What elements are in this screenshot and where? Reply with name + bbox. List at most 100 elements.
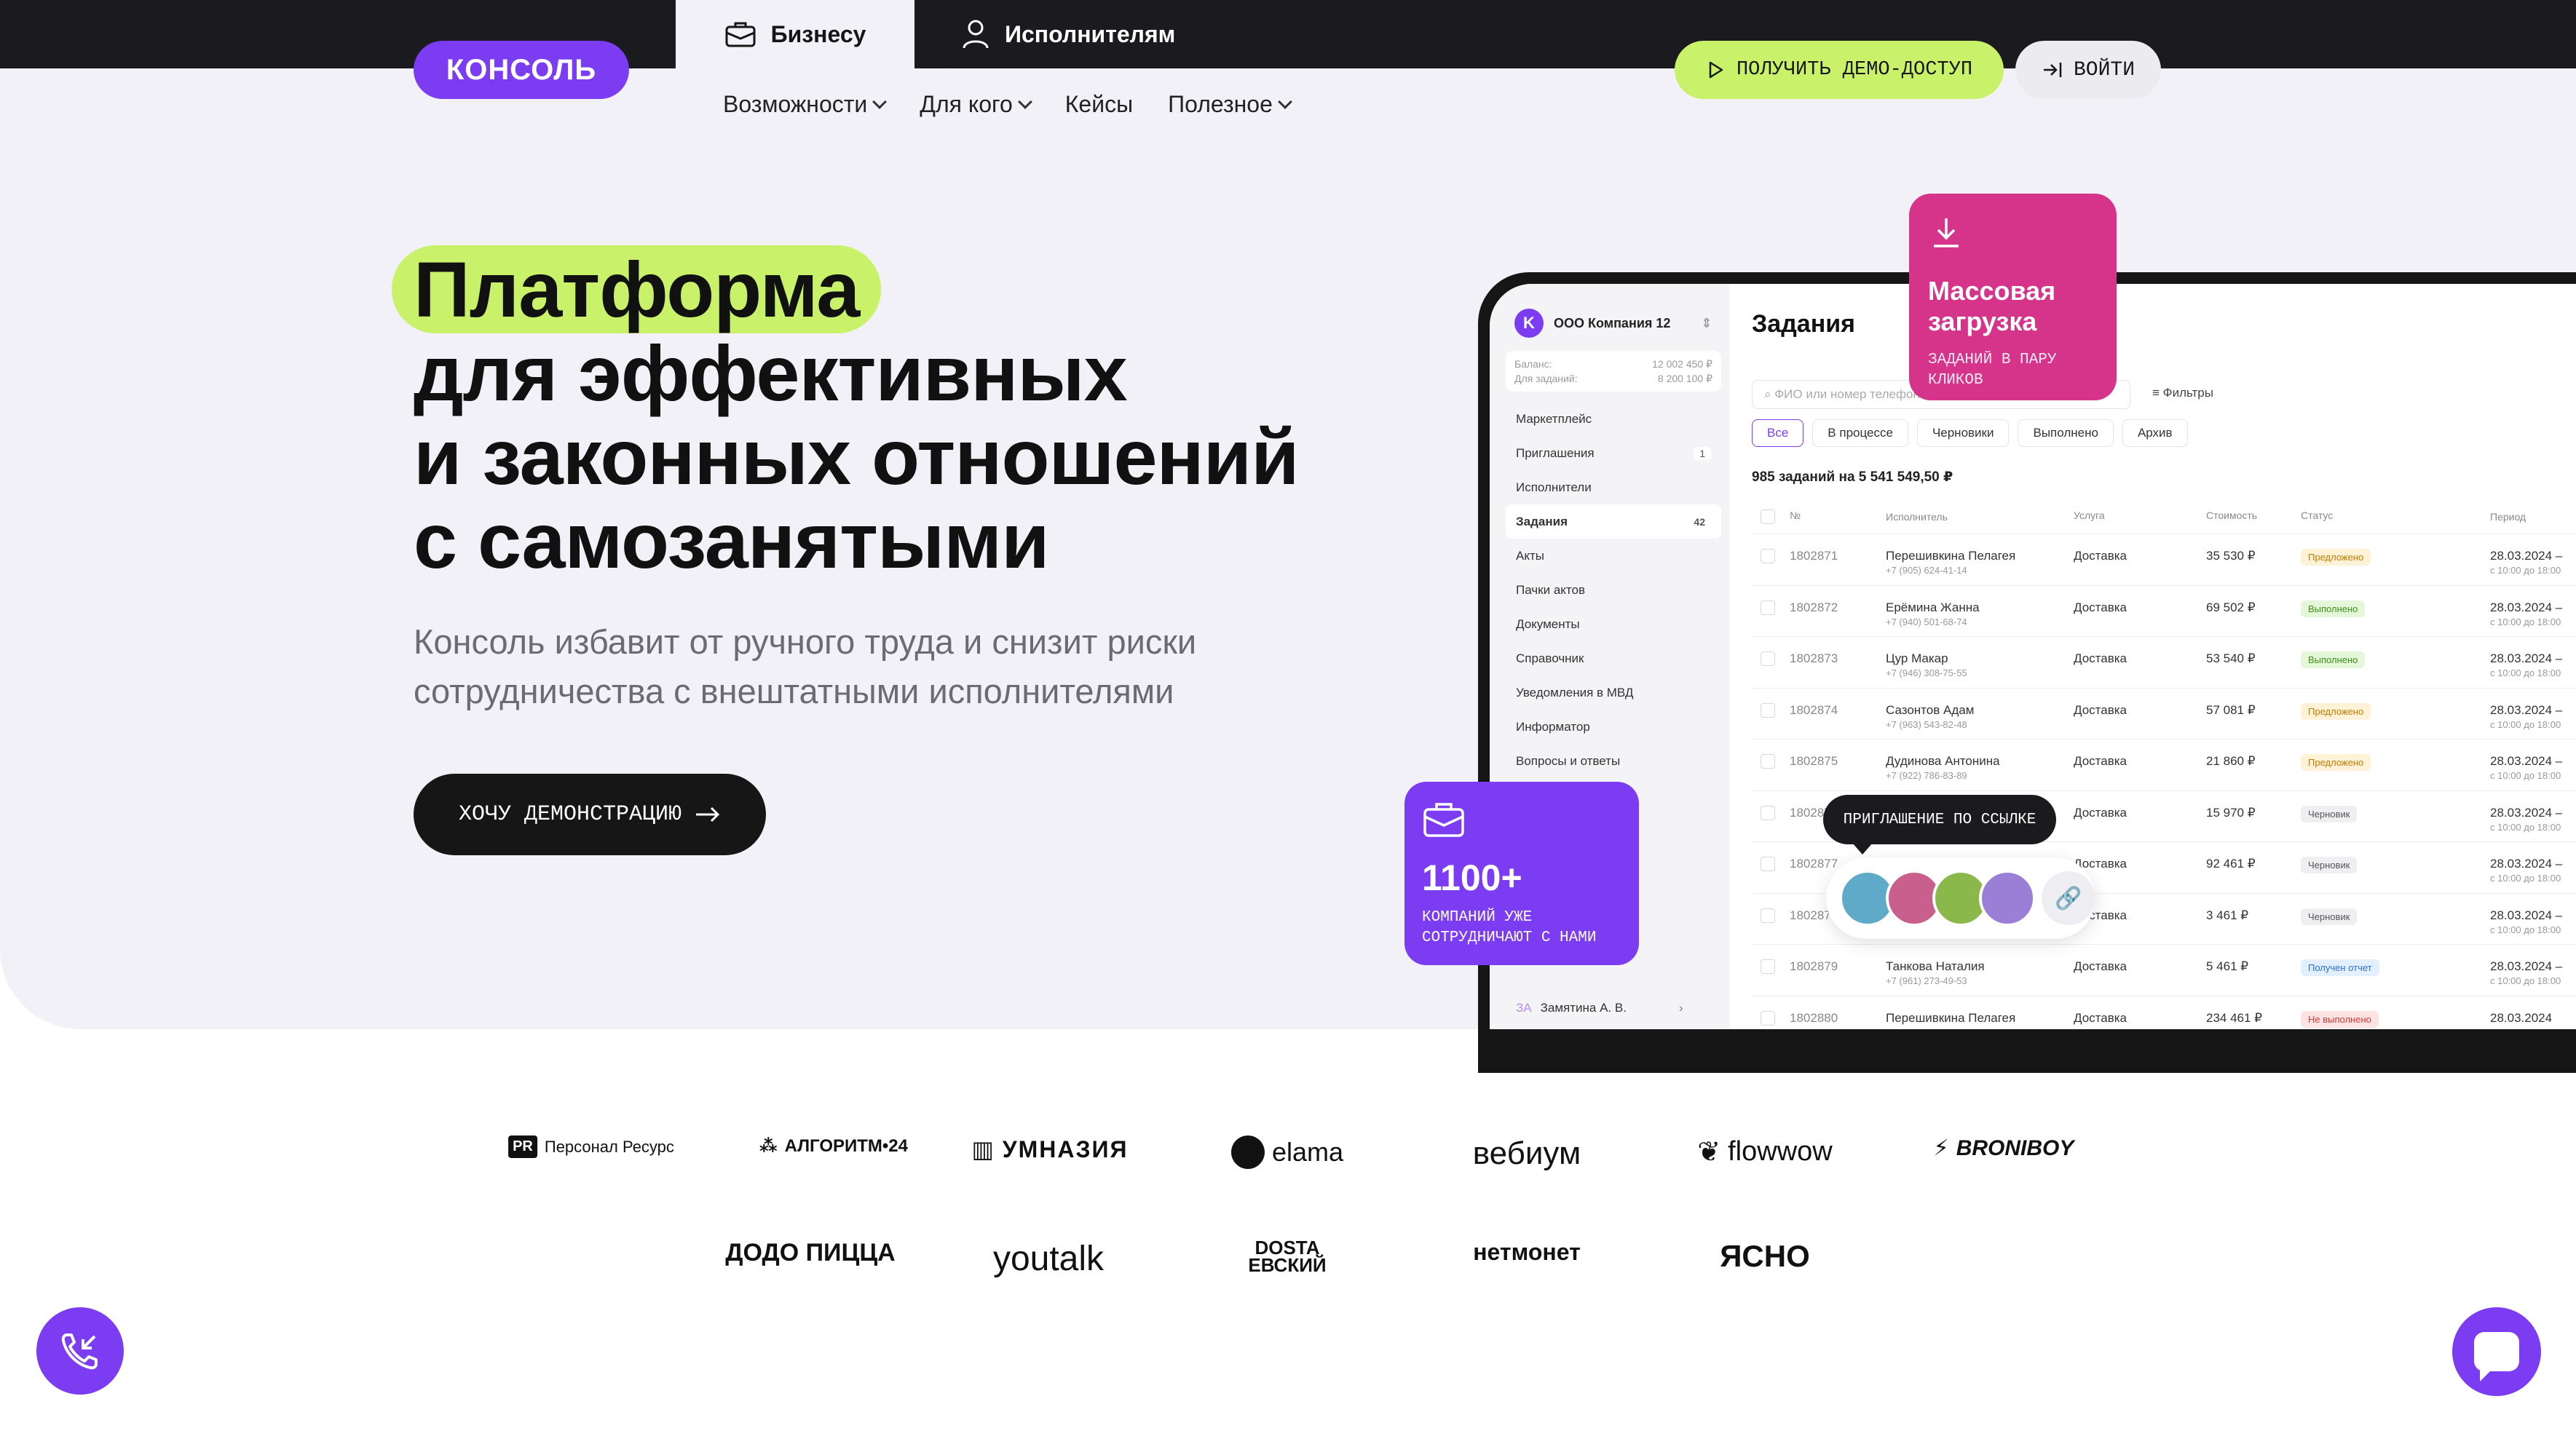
row-checkbox[interactable] (1761, 754, 1775, 769)
filter-chip[interactable]: Выполнено (2018, 419, 2114, 447)
executor-name: Перешивкина Пелагея (1886, 549, 2016, 563)
status-badge: Предложено (2301, 702, 2371, 720)
tab-executors[interactable]: Исполнителям (961, 0, 1175, 68)
headline-highlight: Платформа (392, 245, 882, 333)
chevron-down-icon (1277, 94, 1292, 109)
row-checkbox[interactable] (1761, 702, 1775, 718)
company-logo-icon: K (1514, 309, 1544, 338)
want-demo-button[interactable]: ХОЧУ ДЕМОНСТРАЦИЮ (414, 774, 766, 855)
status-cell: Черновик (2301, 857, 2490, 873)
chevron-right-icon: › (1678, 1001, 1683, 1015)
sidebar-item[interactable]: Акты (1506, 539, 1721, 573)
row-checkbox[interactable] (1761, 959, 1775, 974)
tab-executors-label: Исполнителям (1005, 20, 1176, 47)
row-checkbox[interactable] (1761, 857, 1775, 871)
row-checkbox[interactable] (1761, 908, 1775, 923)
get-demo-button[interactable]: ПОЛУЧИТЬ ДЕМО-ДОСТУП (1675, 41, 2004, 99)
sidebar-item-label: Пачки актов (1516, 582, 1585, 597)
cost: 5 461 ₽ (2206, 959, 2249, 973)
nav-item-for-whom[interactable]: Для кого (920, 91, 1032, 118)
status-cell: Предложено (2301, 549, 2490, 566)
service: Доставка (2074, 702, 2127, 717)
executor-phone: +7 (961) 273-49-53 (1886, 975, 1967, 986)
period-time: с 10:00 до 18:00 (2490, 821, 2561, 833)
table-row[interactable]: 1802879 Танкова Наталия +7 (961) 273-49-53… (1752, 945, 2576, 996)
want-demo-label: ХОЧУ ДЕМОНСТРАЦИЮ (458, 802, 682, 827)
sidebar-item-count: 42 (1688, 515, 1711, 528)
hero-subtitle: Консоль избавит от ручного труда и снизи… (414, 617, 1360, 716)
login-button[interactable]: ВОЙТИ (2015, 41, 2161, 99)
executor-cell: Ерёмина Жанна +7 (940) 501-68-74 (1886, 600, 2074, 630)
konsol-logo[interactable]: КОНСОЛЬ (414, 41, 629, 99)
sidebar-item[interactable]: Маркетплейс (1506, 402, 1721, 436)
current-user[interactable]: ЗА Замятина А. В. › (1516, 1001, 1683, 1015)
period-cell: 28.03.2024 – с 10:00 до 18:00 (2490, 703, 2576, 732)
sidebar-item[interactable]: Задания 42 (1506, 504, 1721, 539)
tasks-budget-label: Для заданий: (1514, 373, 1578, 384)
service: Доставка (2074, 754, 2127, 768)
nav-item-cases[interactable]: Кейсы (1065, 91, 1133, 118)
executor-cell: Сазонтов Адам +7 (963) 543-82-48 (1886, 703, 2074, 732)
callback-button[interactable] (36, 1307, 124, 1395)
sidebar-item[interactable]: Вопросы и ответы (1506, 744, 1721, 778)
sidebar-item[interactable]: Исполнители (1506, 470, 1721, 504)
partner-name: youtalk (992, 1240, 1105, 1278)
headline-line3: и законных отношений (414, 413, 1300, 501)
table-row[interactable]: 1802873 Цур Макар +7 (946) 308-75-55 Достав… (1752, 637, 2576, 689)
task-id: 1802872 (1790, 600, 1838, 614)
cost: 15 970 ₽ (2206, 805, 2256, 820)
sidebar-item[interactable]: Справочник (1506, 641, 1721, 675)
sidebar-item[interactable]: Документы (1506, 607, 1721, 641)
task-id: 1802873 (1790, 651, 1838, 665)
sidebar-item[interactable]: Уведомления в МВД (1506, 675, 1721, 710)
filters-button[interactable]: ≡ Фильтры (2152, 386, 2213, 400)
executor-cell: Дудинова Антонина +7 (922) 786-83-89 (1886, 754, 2074, 783)
status-badge: Не выполнено (2301, 1010, 2379, 1028)
chat-button[interactable] (2452, 1307, 2541, 1396)
table-row[interactable]: 1802871 Перешивкина Пелагея +7 (905) 624-4… (1752, 534, 2576, 586)
briefcase-icon (1423, 803, 1464, 837)
filter-chip[interactable]: Все (1752, 419, 1804, 447)
column-header: Стоимость (2206, 510, 2258, 521)
table-row[interactable]: 1802874 Сазонтов Адам +7 (963) 543-82-48 До… (1752, 689, 2576, 740)
chat-icon (2474, 1332, 2519, 1382)
period-date: 28.03.2024 – (2490, 651, 2563, 665)
nav-item-features[interactable]: Возможности (723, 91, 888, 118)
period-date: 28.03.2024 – (2490, 805, 2563, 820)
column-header: Статус (2301, 510, 2334, 521)
link-icon[interactable]: 🔗 (2042, 871, 2095, 925)
row-checkbox[interactable] (1761, 805, 1775, 820)
sidebar-item[interactable]: Приглашения 1 (1506, 436, 1721, 470)
partner-logo-broniboy: ⚡ BRONIBOY (1934, 1135, 2074, 1161)
service: Доставка (2074, 959, 2127, 973)
period-cell: 28.03.2024 – с 10:00 до 18:00 (2490, 600, 2576, 630)
status-cell: Черновик (2301, 908, 2490, 925)
period-time: с 10:00 до 18:00 (2490, 975, 2561, 986)
column-header: Период (2490, 511, 2526, 523)
partner-name: elama (1271, 1137, 1344, 1167)
column-header: № (1790, 510, 1801, 521)
table-row[interactable]: 1802875 Дудинова Антонина +7 (922) 786-83-… (1752, 740, 2576, 791)
row-checkbox[interactable] (1761, 651, 1775, 666)
select-all-checkbox[interactable] (1761, 510, 1775, 524)
sidebar-item[interactable]: Пачки актов (1506, 573, 1721, 607)
row-checkbox[interactable] (1761, 549, 1775, 563)
row-checkbox[interactable] (1761, 1010, 1775, 1026)
sidebar-item[interactable]: Информатор (1506, 710, 1721, 744)
row-checkbox[interactable] (1761, 600, 1775, 615)
partner-logo-umnaziya: ▥ УМНАЗИЯ (971, 1135, 1128, 1163)
balance-label: Баланс: (1514, 358, 1552, 370)
table-row[interactable]: 1802880 Перешивкина Пелагея Доставка 234 46… (1752, 996, 2576, 1030)
filter-chip[interactable]: В процессе (1812, 419, 1908, 447)
landing-page: Бизнесу Исполнителям КОНСОЛЬ Возможности… (0, 0, 2576, 1431)
table-row[interactable]: 1802872 Ерёмина Жанна +7 (940) 501-68-74 До… (1752, 586, 2576, 637)
filter-chip[interactable]: Черновики (1916, 419, 2010, 447)
nav-item-useful[interactable]: Полезное (1168, 91, 1292, 118)
status-badge: Предложено (2301, 549, 2371, 566)
tab-business[interactable]: Бизнесу (676, 0, 914, 68)
period-date: 28.03.2024 (2490, 1010, 2553, 1025)
company-switcher[interactable]: K ООО Компания 12 ⇕ (1514, 309, 1712, 338)
sidebar-item-label: Маркетплейс (1516, 411, 1592, 426)
filter-chip[interactable]: Архив (2122, 419, 2188, 447)
chevron-down-icon (872, 94, 888, 109)
